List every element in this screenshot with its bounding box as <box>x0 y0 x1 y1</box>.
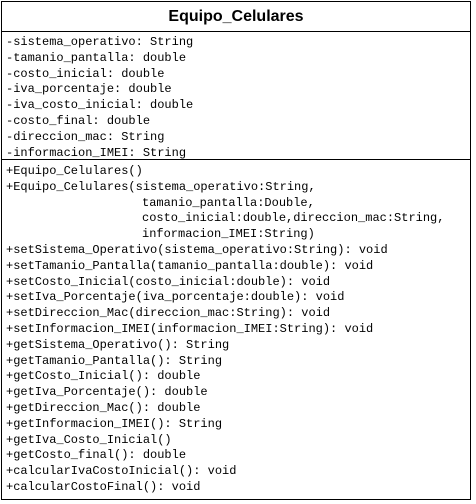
constructor-full-line-2: tamanio_pantalla:Double, <box>142 195 315 210</box>
attribute-costo-final: -costo_final: double <box>6 113 151 128</box>
method-calcular-costo-final: +calcularCostoFinal(): void <box>6 479 201 494</box>
attribute-direccion-mac: -direccion_mac: String <box>6 129 165 144</box>
method-get-direccion-mac: +getDireccion_Mac(): double <box>6 400 201 415</box>
attributes-section: -sistema_operativo: String -tamanio_pant… <box>2 32 470 160</box>
constructor-full-line-4: informacion_IMEI:String) <box>142 227 315 242</box>
method-get-informacion-imei: +getInformacion_IMEI(): String <box>6 416 223 431</box>
method-get-costo-final: +getCosto_final(): double <box>6 448 187 463</box>
method-get-tamanio-pantalla: +getTamanio_Pantalla(): String <box>6 353 223 368</box>
constructor-full-line-1: +Equipo_Celulares(sistema_operativo:Stri… <box>6 179 316 194</box>
uml-class-box: Equipo_Celulares -sistema_operativo: Str… <box>1 1 471 500</box>
method-get-costo-inicial: +getCosto_Inicial(): double <box>6 369 201 384</box>
constructor-full-line-3: costo_inicial:double,direccion_mac:Strin… <box>142 211 445 226</box>
attribute-iva-porcentaje: -iva_porcentaje: double <box>6 82 172 97</box>
constructor-default: +Equipo_Celulares() <box>6 164 143 178</box>
method-get-iva-costo-inicial: +getIva_Costo_Inicial() <box>6 432 172 447</box>
method-set-tamanio-pantalla: +setTamanio_Pantalla(tamanio_pantalla:do… <box>6 258 374 273</box>
attribute-tamanio-pantalla: -tamanio_pantalla: double <box>6 50 187 65</box>
attribute-costo-inicial: -costo_inicial: double <box>6 66 165 81</box>
attribute-sistema-operativo: -sistema_operativo: String <box>6 35 194 49</box>
method-calcular-iva-costo-inicial: +calcularIvaCostoInicial(): void <box>6 464 237 479</box>
class-name: Equipo_Celulares <box>2 2 470 32</box>
method-set-sistema-operativo: +setSistema_Operativo(sistema_operativo:… <box>6 242 388 257</box>
attribute-iva-costo-inicial: -iva_costo_inicial: double <box>6 98 194 113</box>
method-set-costo-inicial: +setCosto_Inicial(costo_inicial:double):… <box>6 274 331 289</box>
method-set-direccion-mac: +setDireccion_Mac(direccion_mac:String):… <box>6 306 331 321</box>
method-set-iva-porcentaje: +setIva_Porcentaje(iva_porcentaje:double… <box>6 290 345 305</box>
method-set-informacion-imei: +setInformacion_IMEI(informacion_IMEI:St… <box>6 321 374 336</box>
method-get-iva-porcentaje: +getIva_Porcentaje(): double <box>6 385 208 400</box>
method-get-sistema-operativo: +getSistema_Operativo(): String <box>6 337 230 352</box>
methods-section: +Equipo_Celulares() +Equipo_Celulares(si… <box>2 160 470 496</box>
attribute-informacion-imei: -informacion_IMEI: String <box>6 145 187 160</box>
